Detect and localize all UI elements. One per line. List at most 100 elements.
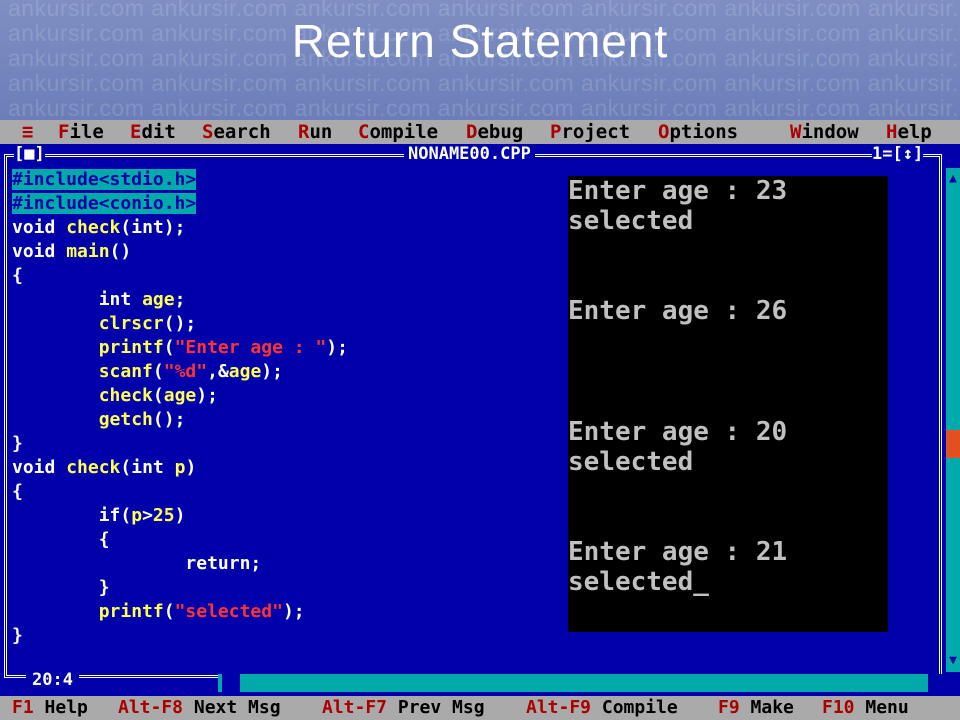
file-title: NONAME00.CPP bbox=[404, 144, 535, 164]
horizontal-scrollbar[interactable] bbox=[218, 674, 946, 692]
code-line[interactable]: getch(); bbox=[12, 408, 552, 432]
string-literal: "Enter age : " bbox=[174, 337, 327, 358]
menu-hotkey: C bbox=[358, 121, 370, 143]
code-line[interactable]: printf("Enter age : "); bbox=[12, 336, 552, 360]
code-line[interactable]: #include<stdio.h> bbox=[12, 168, 552, 192]
status-label: Next Msg bbox=[193, 697, 281, 718]
punctuation: { bbox=[12, 481, 23, 502]
code-line[interactable]: } bbox=[12, 432, 552, 456]
status-next-msg[interactable]: Alt-F8 Next Msg bbox=[118, 696, 281, 720]
punctuation: ; bbox=[250, 553, 262, 574]
menu-compile[interactable]: Compile bbox=[358, 120, 438, 144]
punctuation: ) bbox=[174, 505, 186, 526]
status-prev-msg[interactable]: Alt-F7 Prev Msg bbox=[322, 696, 485, 720]
status-make[interactable]: F9 Make bbox=[718, 696, 794, 720]
punctuation: ; bbox=[272, 361, 283, 382]
menu-project[interactable]: Project bbox=[550, 120, 630, 144]
code-line[interactable]: return; bbox=[12, 552, 552, 576]
menu-options[interactable]: Options bbox=[658, 120, 738, 144]
title-banner: ankursir.com ankursir.com ankursir.com a… bbox=[0, 0, 960, 120]
menu-debug[interactable]: Debug bbox=[466, 120, 523, 144]
menu-file[interactable]: File bbox=[58, 120, 104, 144]
code-line[interactable]: scanf("%d",&age); bbox=[12, 360, 552, 384]
identifier: clrscr bbox=[98, 313, 164, 334]
keyword: if bbox=[98, 505, 121, 526]
close-box[interactable]: [■] bbox=[14, 144, 45, 164]
code-line[interactable]: void check(int p) bbox=[12, 456, 552, 480]
menu-label: ptions bbox=[669, 121, 739, 143]
menu-label: un bbox=[309, 121, 333, 143]
code-line[interactable]: { bbox=[12, 528, 552, 552]
menu-label: earch bbox=[213, 121, 271, 143]
output-result: selected bbox=[568, 447, 694, 477]
menu-hotkey: E bbox=[130, 121, 142, 143]
scroll-up-arrow-icon[interactable]: ▲ bbox=[946, 168, 960, 190]
window-number-zoom[interactable]: 1=[↕] bbox=[872, 144, 924, 164]
menu-system[interactable]: ≡ bbox=[22, 120, 33, 144]
code-line[interactable]: int age; bbox=[12, 288, 552, 312]
menu-search[interactable]: Search bbox=[202, 120, 271, 144]
status-compile[interactable]: Alt-F9 Compile bbox=[526, 696, 678, 720]
punctuation: ) bbox=[163, 409, 175, 430]
output-prompt: Enter age : 23 bbox=[568, 176, 788, 206]
status-menu[interactable]: F10 Menu bbox=[822, 696, 909, 720]
menu-label: ebug bbox=[477, 121, 524, 143]
menu-hotkey: ≡ bbox=[22, 121, 34, 143]
code-line[interactable]: void check(int); bbox=[12, 216, 552, 240]
status-label: Prev Msg bbox=[397, 697, 485, 718]
keyword: int bbox=[131, 457, 164, 478]
menu-label: roject bbox=[561, 121, 631, 143]
identifier: check bbox=[66, 217, 121, 238]
preprocessor-directive: #include<stdio.h> bbox=[12, 169, 197, 190]
code-line[interactable]: clrscr(); bbox=[12, 312, 552, 336]
menu-bar: ≡ File Edit Search Run Compile Debug Project Opt… bbox=[0, 120, 960, 144]
code-line[interactable]: printf("selected"); bbox=[12, 600, 552, 624]
code-line[interactable]: } bbox=[12, 576, 552, 600]
punctuation: } bbox=[98, 577, 110, 598]
punctuation: ( bbox=[152, 409, 164, 430]
editor-window: [■] NONAME00.CPP 1=[↕] 20:4 #include<std… bbox=[0, 144, 960, 696]
code-line[interactable]: if(p>25) bbox=[12, 504, 552, 528]
horizontal-scroll-thumb[interactable] bbox=[222, 674, 240, 692]
punctuation: ; bbox=[174, 409, 186, 430]
code-area[interactable]: #include<stdio.h> #include<conio.h> void c… bbox=[12, 168, 552, 648]
scroll-down-arrow-icon[interactable]: ▼ bbox=[946, 650, 960, 672]
code-line[interactable]: { bbox=[12, 264, 552, 288]
punctuation: ) bbox=[120, 241, 132, 262]
menu-window[interactable]: Window bbox=[790, 120, 859, 144]
string-literal: "selected" bbox=[174, 601, 283, 622]
vertical-scroll-thumb[interactable] bbox=[946, 430, 960, 458]
menu-help[interactable]: Help bbox=[886, 120, 932, 144]
code-line[interactable]: { bbox=[12, 480, 552, 504]
punctuation: { bbox=[98, 529, 110, 550]
identifier: check bbox=[66, 457, 121, 478]
slide-title: Return Statement bbox=[291, 15, 669, 67]
code-line[interactable]: #include<conio.h> bbox=[12, 192, 552, 216]
code-line[interactable]: } bbox=[12, 624, 552, 648]
string-literal: "%d" bbox=[163, 361, 208, 382]
watermark-row: ankursir.com ankursir.com ankursir.com a… bbox=[8, 95, 960, 121]
function-key: F9 bbox=[718, 697, 740, 718]
watermark-row: ankursir.com ankursir.com ankursir.com a… bbox=[8, 70, 960, 96]
punctuation: ( bbox=[109, 241, 121, 262]
punctuation: ; bbox=[207, 385, 218, 406]
output-prompt: Enter age : 21 bbox=[568, 537, 788, 567]
identifier: age bbox=[142, 289, 175, 310]
menu-hotkey: S bbox=[202, 121, 214, 143]
menu-edit[interactable]: Edit bbox=[130, 120, 176, 144]
function-key: F10 bbox=[822, 697, 855, 718]
keyword: return bbox=[185, 553, 251, 574]
punctuation: , bbox=[207, 361, 218, 382]
menu-run[interactable]: Run bbox=[298, 120, 332, 144]
identifier: p bbox=[131, 505, 143, 526]
vertical-scrollbar[interactable]: ▲ ▼ bbox=[946, 168, 960, 672]
identifier: printf bbox=[98, 601, 164, 622]
punctuation: } bbox=[12, 433, 23, 454]
scroll-right-arrow-icon[interactable] bbox=[928, 674, 946, 692]
menu-label: dit bbox=[141, 121, 176, 143]
status-help[interactable]: F1 Help bbox=[12, 696, 88, 720]
code-line[interactable]: void main() bbox=[12, 240, 552, 264]
number: 25 bbox=[152, 505, 175, 526]
code-line[interactable]: check(age); bbox=[12, 384, 552, 408]
cursor-position: 20:4 bbox=[26, 670, 79, 690]
